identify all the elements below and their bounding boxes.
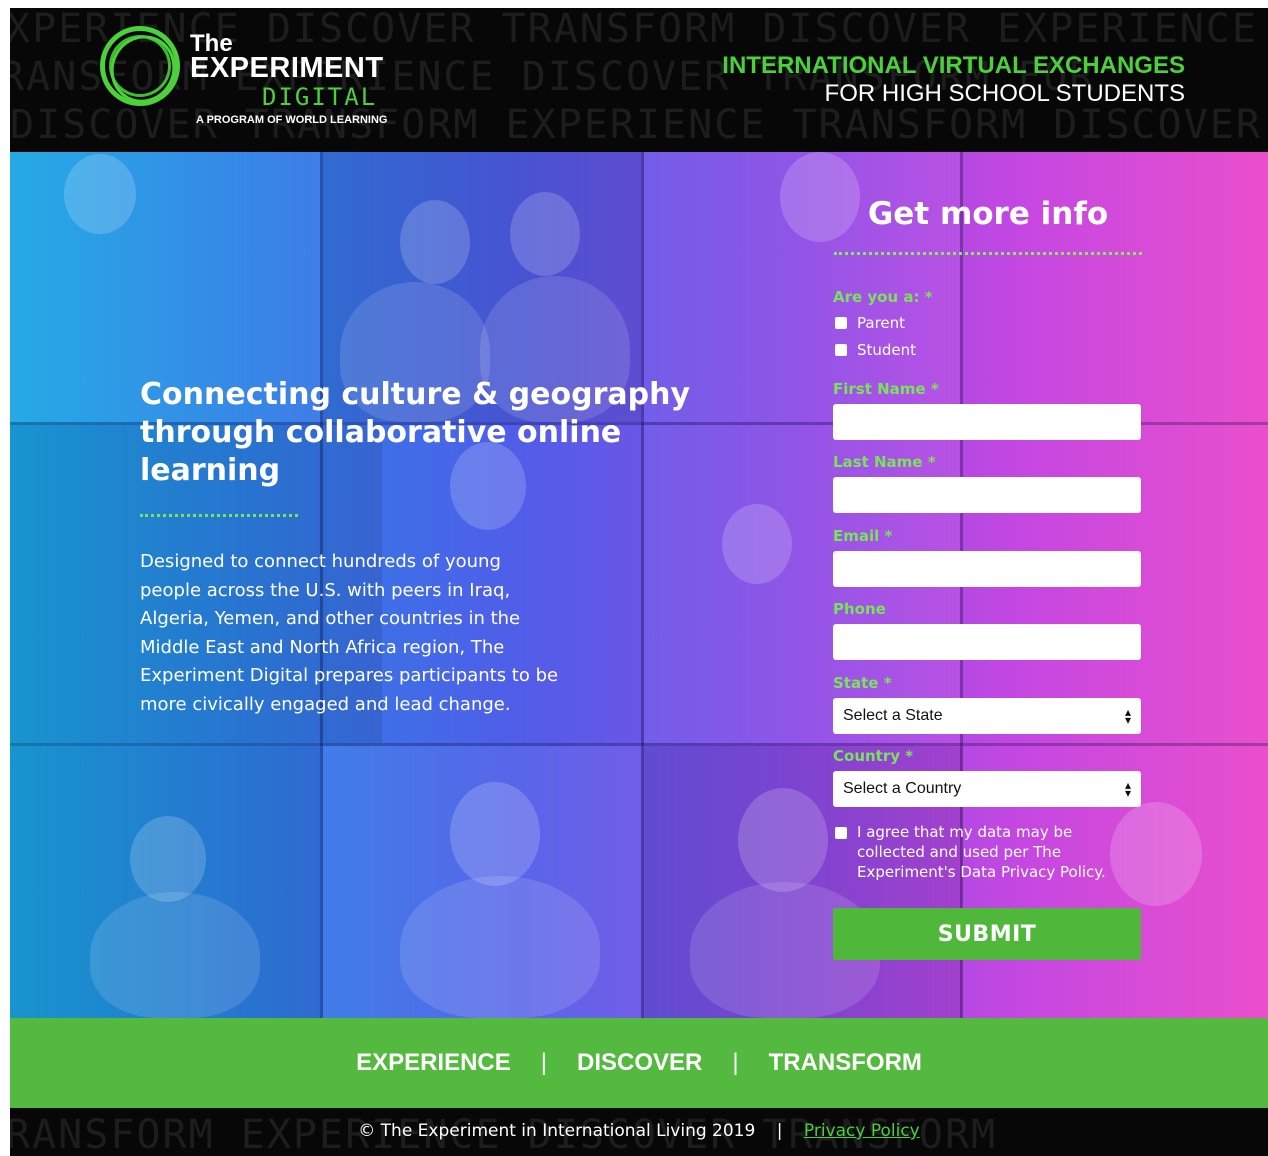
band-word-discover: DISCOVER [577,1049,703,1076]
person-silhouette [90,892,260,1018]
tile-divider [641,152,644,1018]
option-parent[interactable]: Parent [835,314,905,332]
required-mark: * [924,288,933,306]
person-silhouette [64,154,136,234]
state-label: State * [833,674,892,692]
band-word-transform: TRANSFORM [768,1049,922,1076]
hero-headline: Connecting culture & geography through c… [140,377,691,488]
tile-divider [10,743,1268,746]
state-select[interactable]: Select a State ▴ ▾ [833,698,1141,734]
site-footer: RANSFORM EXPERIENCE DISCOVER TRANSFORM ©… [10,1108,1268,1156]
last-name-label-text: Last Name [833,453,923,471]
student-checkbox[interactable] [835,344,847,356]
privacy-policy-link[interactable]: Privacy Policy [804,1121,920,1141]
person-silhouette [1110,802,1202,906]
logo-digital-text: DIGITAL [262,83,378,111]
select-arrows-icon: ▴ ▾ [1124,778,1131,800]
person-silhouette [400,876,600,1018]
person-silhouette [400,200,470,284]
first-name-label-text: First Name [833,380,926,398]
phone-field[interactable] [833,624,1141,660]
phone-label: Phone [833,600,886,618]
logo-ring-icon [100,26,180,106]
logo-experiment-text: EXPERIMENT [190,52,384,84]
country-select-value: Select a Country [843,780,962,797]
parent-label: Parent [857,314,906,332]
person-silhouette [722,504,792,584]
footer-line: © The Experiment in International Living… [10,1121,1268,1141]
footer-separator: | [776,1121,783,1141]
email-label: Email * [833,527,892,545]
band-separator: | [732,1049,739,1076]
copyright-text: © The Experiment in International Living… [358,1121,756,1141]
values-band: EXPERIENCE | DISCOVER | TRANSFORM [10,1018,1268,1108]
select-arrows-icon: ▴ ▾ [1124,705,1131,727]
consent-checkbox[interactable] [835,827,847,839]
country-label: Country * [833,747,913,765]
country-select[interactable]: Select a Country ▴ ▾ [833,771,1141,807]
person-silhouette [510,192,580,276]
band-separator: | [540,1049,548,1076]
option-student[interactable]: Student [835,341,916,359]
required-mark: * [930,380,939,398]
email-label-text: Email [833,527,880,545]
privacy-consent[interactable]: I agree that my data may be collected an… [835,822,1117,882]
required-mark: * [927,453,936,471]
parent-checkbox[interactable] [835,317,847,329]
band-word-experience: EXPERIENCE [356,1049,511,1076]
consent-text: I agree that my data may be collected an… [857,823,1106,881]
are-you-label-text: Are you a: [833,288,920,306]
first-name-label: First Name * [833,380,939,398]
state-select-value: Select a State [843,707,943,724]
person-silhouette [738,788,828,892]
header-tagline-line2: FOR HIGH SCHOOL STUDENTS [824,80,1185,107]
email-field[interactable] [833,551,1141,587]
dotted-divider [140,514,298,517]
last-name-field[interactable] [833,477,1141,513]
state-label-text: State [833,674,879,692]
person-silhouette [450,782,540,886]
hero-description: Designed to connect hundreds of young pe… [140,551,559,715]
student-label: Student [857,341,917,359]
first-name-field[interactable] [833,404,1141,440]
person-silhouette [130,816,206,902]
site-header: XPERIENCE DISCOVER TRANSFORM DISCOVER EX… [10,8,1268,152]
form-title: Get more info [867,196,1109,232]
required-mark: * [884,527,893,545]
are-you-label: Are you a: * [833,288,933,306]
header-tagline-line1: INTERNATIONAL VIRTUAL EXCHANGES [722,52,1185,79]
dotted-divider [834,252,1142,255]
last-name-label: Last Name * [833,453,936,471]
logo-program-text: A PROGRAM OF WORLD LEARNING [196,114,388,126]
submit-button[interactable]: SUBMIT [833,908,1141,960]
hero-section: Connecting culture & geography through c… [10,152,1268,1018]
required-mark: * [905,747,914,765]
country-label-text: Country [833,747,901,765]
required-mark: * [883,674,892,692]
